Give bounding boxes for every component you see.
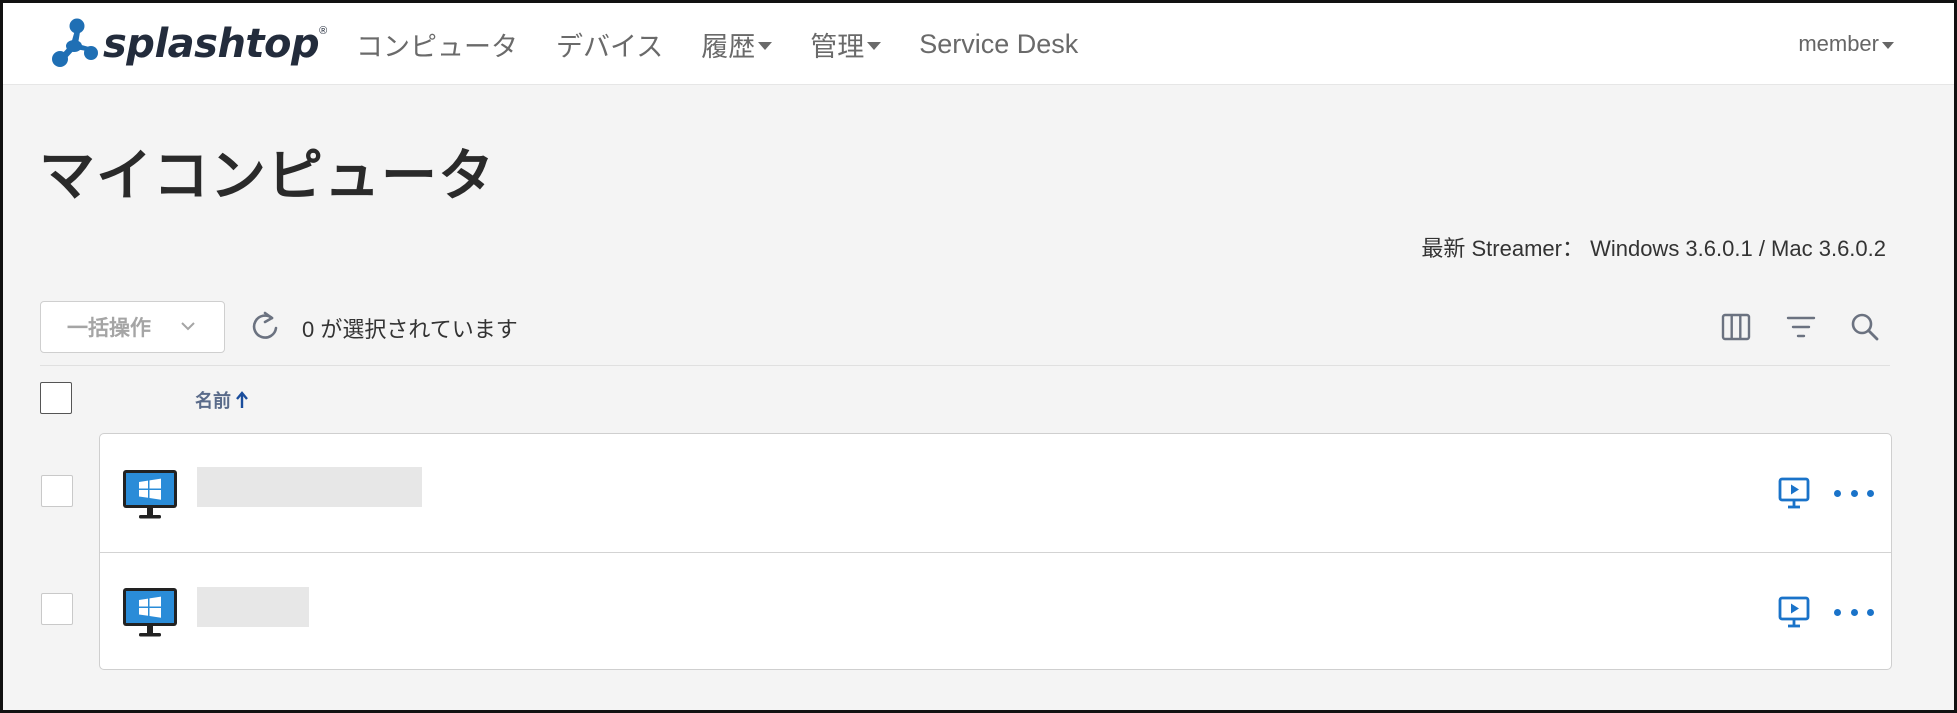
brand-name: splashtop bbox=[103, 21, 320, 67]
nav-item-service-desk[interactable]: Service Desk bbox=[919, 29, 1078, 60]
nav-item-label: 履歴 bbox=[701, 31, 756, 62]
user-name: member bbox=[1798, 31, 1879, 56]
selection-status: 0 が選択されています bbox=[302, 312, 518, 344]
computer-list bbox=[99, 433, 1892, 670]
column-header-label: 名前 bbox=[195, 391, 231, 411]
selected-count: 0 bbox=[302, 317, 315, 342]
streamer-version-info: 最新 Streamer： Windows 3.6.0.1 / Mac 3.6.0… bbox=[1421, 236, 1886, 261]
remote-connect-icon[interactable] bbox=[1777, 595, 1811, 629]
nav-item-devices[interactable]: デバイス bbox=[556, 25, 663, 64]
user-menu[interactable]: member bbox=[1798, 3, 1894, 85]
bulk-actions-dropdown[interactable]: 一括操作 bbox=[40, 301, 225, 353]
computer-name-redacted bbox=[197, 587, 309, 627]
arrow-up-icon bbox=[236, 391, 248, 408]
brand-reg-mark: ® bbox=[319, 25, 328, 37]
nav-item-label: 管理 bbox=[810, 31, 865, 62]
search-icon[interactable] bbox=[1847, 309, 1883, 345]
toolbar-divider bbox=[40, 365, 1890, 366]
nav-item-label: Service Desk bbox=[919, 28, 1079, 59]
remote-connect-icon[interactable] bbox=[1777, 476, 1811, 510]
page-title: マイコンピュータ bbox=[39, 144, 495, 209]
column-header-name[interactable]: 名前 bbox=[195, 387, 249, 413]
splashtop-logo[interactable]: splashtop ® bbox=[51, 15, 327, 73]
chevron-down-icon bbox=[181, 322, 195, 331]
table-header: 名前 bbox=[40, 382, 1890, 416]
nav-item-label: コンピュータ bbox=[356, 31, 518, 62]
more-options-icon[interactable] bbox=[1834, 486, 1874, 500]
computer-name-redacted bbox=[197, 467, 422, 507]
list-toolbar: 一括操作 0 が選択されています bbox=[40, 301, 1890, 353]
main-nav: コンピュータ デバイス 履歴 管理 Service Desk bbox=[356, 3, 1116, 85]
row-checkbox[interactable] bbox=[41, 475, 73, 507]
table-row[interactable] bbox=[100, 552, 1891, 670]
more-options-icon[interactable] bbox=[1834, 605, 1874, 619]
table-row[interactable] bbox=[100, 434, 1891, 552]
caret-down-icon bbox=[758, 41, 773, 50]
windows-computer-icon bbox=[123, 470, 177, 519]
selected-text: が選択されています bbox=[320, 317, 518, 342]
nav-item-history[interactable]: 履歴 bbox=[701, 25, 773, 64]
refresh-icon[interactable] bbox=[248, 309, 282, 343]
top-navigation: splashtop ® コンピュータ デバイス 履歴 管理 Service De… bbox=[3, 3, 1954, 85]
bulk-actions-label: 一括操作 bbox=[67, 317, 151, 340]
row-checkbox[interactable] bbox=[41, 593, 73, 625]
nav-item-management[interactable]: 管理 bbox=[810, 25, 882, 64]
windows-computer-icon bbox=[123, 588, 177, 637]
nav-item-label: デバイス bbox=[556, 31, 664, 62]
caret-down-icon bbox=[867, 41, 882, 50]
caret-down-icon bbox=[1882, 42, 1894, 49]
splashtop-logo-icon bbox=[52, 18, 98, 67]
columns-icon[interactable] bbox=[1718, 309, 1754, 345]
select-all-checkbox[interactable] bbox=[40, 382, 72, 414]
filter-icon[interactable] bbox=[1783, 309, 1819, 345]
nav-item-computers[interactable]: コンピュータ bbox=[356, 25, 518, 64]
app-window: splashtop ® コンピュータ デバイス 履歴 管理 Service De… bbox=[0, 0, 1957, 713]
